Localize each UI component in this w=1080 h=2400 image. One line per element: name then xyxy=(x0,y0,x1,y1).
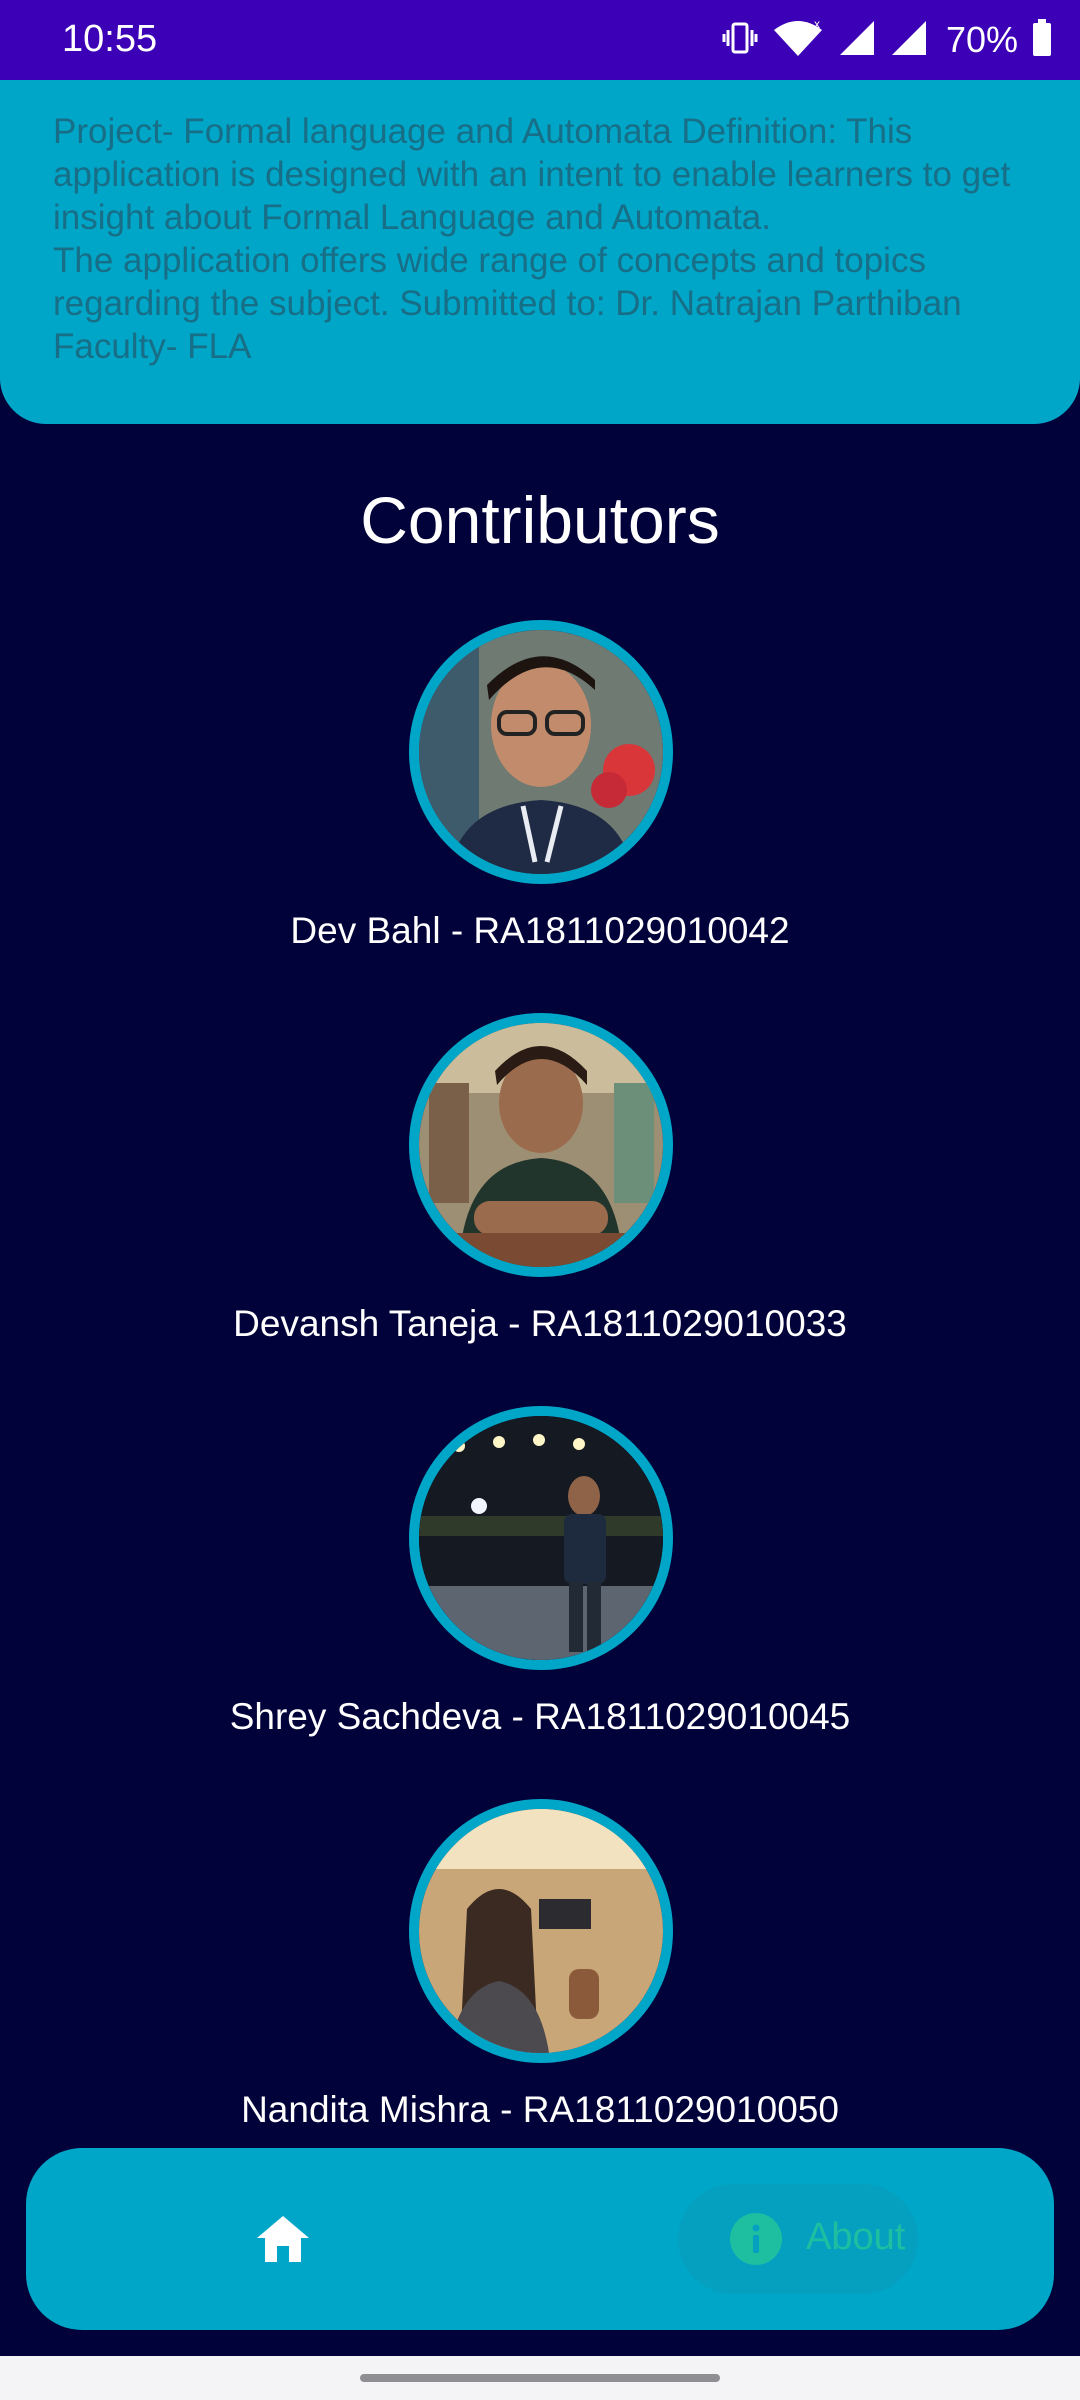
battery-percent: 70% xyxy=(945,19,1018,60)
nav-home-button[interactable] xyxy=(248,2204,318,2274)
gesture-handle[interactable] xyxy=(360,2374,720,2382)
contributor-name: Nandita Mishra - RA1811029010050 xyxy=(241,2089,839,2130)
status-icons: x 70% xyxy=(722,16,1052,64)
avatar xyxy=(409,1013,673,1277)
about-description: Project- Formal language and Automata De… xyxy=(53,112,1011,366)
contributor-card: Shrey Sachdeva - RA1811029010045 xyxy=(0,1406,1080,1746)
nav-about-label: About xyxy=(806,2216,906,2258)
avatar xyxy=(409,1799,673,2063)
contributor-name: Devansh Taneja - RA1811029010033 xyxy=(233,1303,847,1344)
status-bar: 10:55 x 70% xyxy=(0,0,1080,80)
avatar xyxy=(409,1406,673,1670)
vibrate-icon xyxy=(722,18,758,63)
contributor-name: Dev Bahl - RA1811029010042 xyxy=(290,910,790,951)
contributor-card: Devansh Taneja - RA1811029010033 xyxy=(0,1013,1080,1353)
wifi-icon: x xyxy=(772,17,824,63)
contributors-heading: Contributors xyxy=(360,483,720,557)
contributor-card: Nandita Mishra - RA1811029010050 xyxy=(0,1799,1080,2139)
about-card: Project- Formal language and Automata De… xyxy=(0,80,1080,424)
avatar xyxy=(409,620,673,884)
cell-signal-icon xyxy=(890,19,928,62)
battery-icon xyxy=(1032,18,1052,62)
home-icon xyxy=(257,2216,309,2262)
svg-text:x: x xyxy=(814,18,820,31)
contributor-card: Dev Bahl - RA1811029010042 xyxy=(0,620,1080,960)
contributor-name: Shrey Sachdeva - RA1811029010045 xyxy=(229,1696,851,1737)
cell-signal-icon xyxy=(838,19,876,62)
info-icon xyxy=(730,2213,782,2265)
gesture-bar xyxy=(0,2356,1080,2400)
nav-about-button[interactable]: About xyxy=(678,2184,918,2294)
status-time: 10:55 xyxy=(62,18,158,60)
bottom-navigation: About xyxy=(26,2148,1054,2330)
